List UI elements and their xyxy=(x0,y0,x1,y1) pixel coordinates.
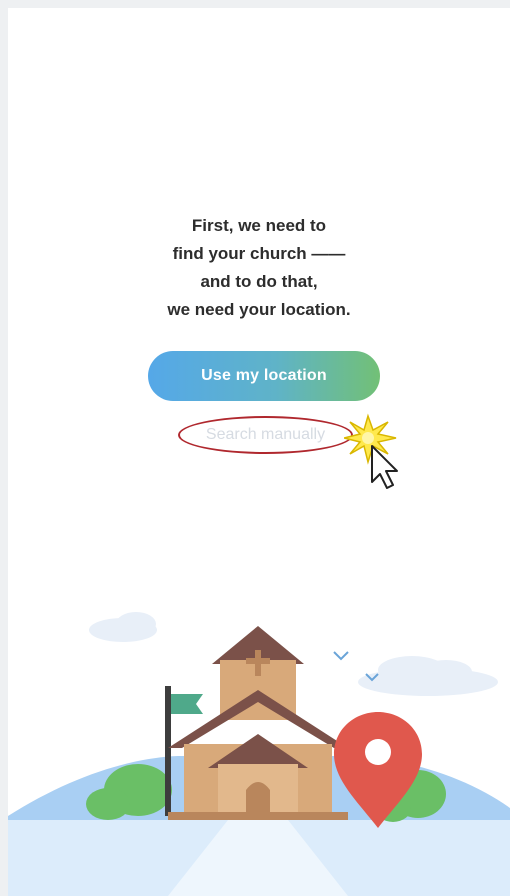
cursor-icon xyxy=(344,413,398,489)
onboarding-screen: First, we need to find your church —— an… xyxy=(8,8,510,896)
intro-line-2: find your church —— xyxy=(172,244,346,263)
search-manually-link[interactable]: Search manually xyxy=(178,416,353,454)
click-burst-icon xyxy=(344,413,397,465)
intro-message: First, we need to find your church —— an… xyxy=(8,212,510,324)
church-building xyxy=(168,626,348,820)
use-my-location-button[interactable]: Use my location xyxy=(148,351,380,401)
search-manually-label: Search manually xyxy=(205,426,326,443)
intro-line-4: we need your location. xyxy=(167,300,351,319)
intro-line-3: and to do that, xyxy=(200,272,318,291)
intro-line-1: First, we need to xyxy=(191,216,327,235)
church-illustration xyxy=(8,612,510,896)
